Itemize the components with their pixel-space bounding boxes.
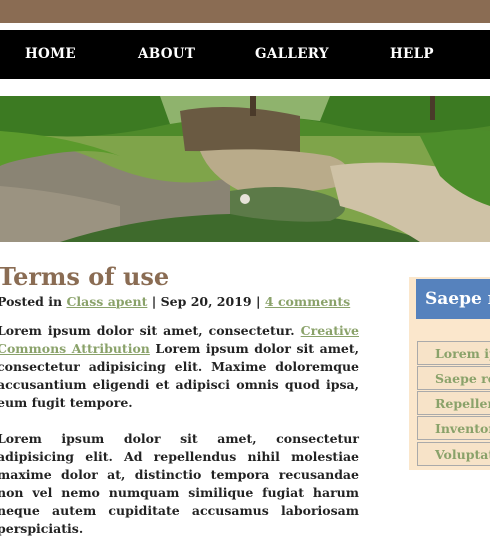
meta-separator: | <box>151 294 157 309</box>
meta-separator: | <box>255 294 261 309</box>
sidebar-link[interactable]: Voluptate <box>417 442 490 466</box>
nav-item-home[interactable]: HOME <box>25 30 76 79</box>
top-header-band <box>0 0 490 23</box>
sidebar-link[interactable]: Lorem ips <box>417 341 490 365</box>
comments-link[interactable]: 4 comments <box>265 294 350 309</box>
nav-item-gallery[interactable]: GALLERY <box>255 30 329 79</box>
category-link[interactable]: Class apent <box>66 294 147 309</box>
sidebar-title: Saepe r <box>416 279 490 319</box>
nav-item-about[interactable]: ABOUT <box>138 30 195 79</box>
main-navigation: HOME ABOUT GALLERY HELP <box>0 30 490 79</box>
sidebar-link[interactable]: Saepe rep <box>417 366 490 390</box>
page-title: Terms of use <box>0 262 170 291</box>
hero-image <box>0 96 490 242</box>
hero-creek-illustration <box>0 96 490 242</box>
nav-item-help[interactable]: HELP <box>390 30 434 79</box>
body-paragraph: Lorem ipsum dolor sit amet, consectetur … <box>0 430 359 538</box>
meta-prefix: Posted in <box>0 294 63 309</box>
body-paragraph: Lorem ipsum dolor sit amet, consectetur.… <box>0 322 359 412</box>
sidebar-link[interactable]: Repellend <box>417 391 490 415</box>
post-date: Sep 20, 2019 <box>160 294 252 309</box>
sidebar-link[interactable]: Inventore <box>417 416 490 440</box>
paragraph-text: Lorem ipsum dolor sit amet, consectetur. <box>0 323 295 338</box>
post-meta: Posted in Class apent | Sep 20, 2019 | 4… <box>0 294 350 309</box>
paragraph-text: Lorem ipsum dolor sit amet, consectetur … <box>0 431 359 536</box>
